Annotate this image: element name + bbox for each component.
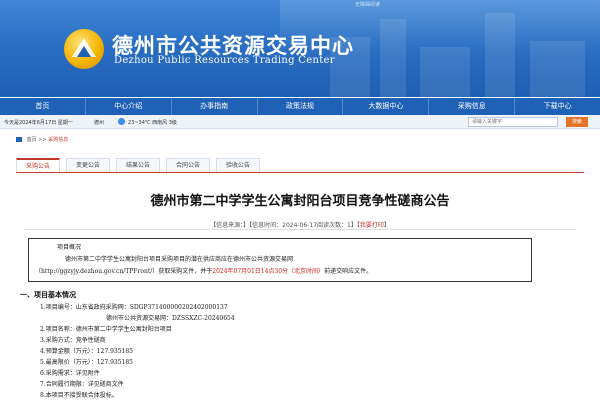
deadline-text: 2024年07月01日14点30分（北京时间） — [212, 268, 325, 275]
meta-info: 【信息来源：】【信息时间：2024-06-17阅读次数：1】【 — [210, 222, 360, 229]
skyline-building — [380, 19, 406, 97]
skyline-building — [485, 13, 515, 97]
consortium-note: 8.本项目不接受联合体投标。 — [40, 392, 118, 399]
tab-result-notice[interactable]: 结果公告 — [116, 158, 160, 172]
nav-item-procurement[interactable]: 采购信息 — [429, 98, 516, 115]
max-price: 5.最高限价（万元）：127.935185 — [40, 359, 133, 366]
tab-contract-notice[interactable]: 合同公告 — [166, 158, 210, 172]
print-link[interactable]: 我要打印 — [360, 222, 384, 229]
procurement-requirement: 6.采购需求：详见附件 — [40, 370, 100, 377]
overview-text-2: （http://ggzyjy.dezhou.gov.cn/TPFront/）获取… — [35, 266, 372, 275]
nav-item-about[interactable]: 中心介绍 — [86, 98, 172, 115]
meta-divider — [24, 229, 576, 230]
site-subtitle: Dezhou Public Resources Trading Center — [114, 55, 335, 66]
procurement-method: 3.采购方式：竞争性磋商 — [40, 337, 106, 344]
contract-period: 7.合同履行期限：详见磋商文件 — [40, 381, 124, 388]
document-title: 德州市第二中学学生公寓封阳台项目竞争性磋商公告 — [150, 194, 450, 209]
skyline-building — [530, 41, 585, 97]
current-date: 今天是2024年6月17日 星期一 — [4, 120, 73, 126]
nav-item-guide[interactable]: 办事指南 — [172, 98, 258, 115]
nav-item-home[interactable]: 首页 — [0, 98, 86, 115]
search-button[interactable]: 搜索 — [566, 117, 588, 127]
skyline-building — [420, 47, 470, 97]
notice-tabs: 采购公告 变更公告 结果公告 合同公告 验收公告 — [16, 158, 266, 172]
tab-change-notice[interactable]: 变更公告 — [66, 158, 110, 172]
overview-url: （http://ggzyjy.dezhou.gov.cn/TPFront/）获取… — [35, 268, 213, 275]
home-icon — [16, 137, 22, 142]
weather-icon — [118, 118, 125, 125]
tab-acceptance-notice[interactable]: 验收公告 — [216, 158, 260, 172]
logo-icon — [64, 29, 104, 69]
section-heading: 一、项目基本情况 — [20, 290, 76, 299]
breadcrumb-sep: >> — [38, 137, 47, 143]
breadcrumb-home[interactable]: 首页 — [27, 137, 37, 143]
budget-amount: 4.预算金额（万元）：127.935185 — [40, 348, 133, 355]
project-number: 1.项目编号：山东省政府采购网：SDGP37140000020240200013… — [40, 304, 228, 311]
project-number-alt: 德州市公共资源交易网：DZSSXZC-20240654 — [106, 315, 235, 322]
breadcrumb: 首页 >> 采购信息 — [16, 136, 68, 143]
overview-tail: 前递交响应文件。 — [324, 268, 373, 275]
site-header: 无障碍阅读 德州市公共资源交易中心 Dezhou Public Resource… — [0, 0, 600, 97]
accessibility-link[interactable]: 无障碍阅读 — [355, 1, 380, 8]
meta-close: 】 — [383, 222, 390, 229]
weather-city: 德州 — [94, 120, 105, 126]
tab-divider — [16, 172, 584, 173]
weather-temp: 23~34℃ 西南风 3级 — [128, 120, 177, 126]
project-name: 2.项目名称：德州市第二中学学生公寓封阳台项目 — [40, 326, 172, 333]
nav-item-bigdata[interactable]: 大数据中心 — [343, 98, 430, 115]
nav-item-policy[interactable]: 政策法规 — [258, 98, 344, 115]
breadcrumb-current[interactable]: 采购信息 — [48, 137, 68, 143]
main-content: 首页 >> 采购信息 采购公告 变更公告 结果公告 合同公告 验收公告 德州市第… — [14, 130, 586, 400]
document-meta: 【信息来源：】【信息时间：2024-06-17阅读次数：1】【我要打印】 — [14, 220, 586, 229]
overview-text: 德州市第二中学学生公寓封阳台项目采购项目的潜在供应商应在德州市公共资源交易网 — [65, 256, 294, 263]
tab-procurement-notice[interactable]: 采购公告 — [16, 158, 60, 172]
project-overview-box: 项目概况 德州市第二中学学生公寓封阳台项目采购项目的潜在供应商应在德州市公共资源… — [28, 238, 532, 282]
main-nav: 首页 中心介绍 办事指南 政策法规 大数据中心 采购信息 下载中心 — [0, 98, 600, 115]
search-input[interactable] — [468, 117, 558, 127]
overview-heading: 项目概况 — [57, 244, 82, 251]
info-bar: 今天是2024年6月17日 星期一 德州 23~34℃ 西南风 3级 搜索 — [0, 115, 600, 129]
nav-item-download[interactable]: 下载中心 — [515, 98, 600, 115]
